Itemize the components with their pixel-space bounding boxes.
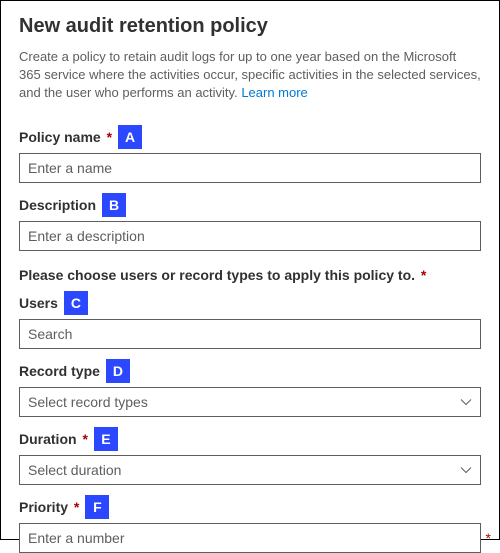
field-users: Users C bbox=[19, 291, 481, 349]
callout-badge-c: C bbox=[64, 291, 88, 315]
record-type-select[interactable]: Select record types bbox=[19, 387, 481, 417]
required-asterisk: * bbox=[107, 129, 112, 145]
intro-text: Create a policy to retain audit logs for… bbox=[19, 48, 481, 103]
policy-name-input-wrap bbox=[19, 153, 481, 183]
policy-name-input[interactable] bbox=[28, 154, 472, 182]
duration-placeholder: Select duration bbox=[28, 462, 121, 478]
callout-badge-d: D bbox=[106, 359, 130, 383]
required-asterisk: * bbox=[486, 530, 491, 546]
policy-name-label: Policy name * bbox=[19, 129, 112, 145]
users-input[interactable] bbox=[28, 320, 472, 348]
required-asterisk: * bbox=[74, 499, 79, 515]
users-label: Users bbox=[19, 295, 58, 311]
field-policy-name: Policy name * A bbox=[19, 125, 481, 183]
section-title: Please choose users or record types to a… bbox=[19, 267, 481, 283]
field-description: Description B bbox=[19, 193, 481, 251]
callout-badge-f: F bbox=[85, 495, 109, 519]
learn-more-link[interactable]: Learn more bbox=[241, 85, 307, 100]
page-title: New audit retention policy bbox=[19, 15, 481, 38]
label-row: Policy name * A bbox=[19, 125, 481, 149]
required-asterisk: * bbox=[82, 431, 87, 447]
field-record-type: Record type D Select record types bbox=[19, 359, 481, 417]
description-input-wrap bbox=[19, 221, 481, 251]
users-input-wrap bbox=[19, 319, 481, 349]
callout-badge-a: A bbox=[118, 125, 142, 149]
callout-badge-e: E bbox=[94, 427, 118, 451]
label-row: Priority * F bbox=[19, 495, 481, 519]
label-row: Duration * E bbox=[19, 427, 481, 451]
record-type-placeholder: Select record types bbox=[28, 394, 148, 410]
callout-badge-b: B bbox=[102, 193, 126, 217]
duration-select[interactable]: Select duration bbox=[19, 455, 481, 485]
label-row: Record type D bbox=[19, 359, 481, 383]
priority-input[interactable] bbox=[28, 524, 472, 552]
record-type-label: Record type bbox=[19, 363, 100, 379]
label-row: Users C bbox=[19, 291, 481, 315]
field-priority: Priority * F * bbox=[19, 495, 481, 553]
field-duration: Duration * E Select duration bbox=[19, 427, 481, 485]
chevron-down-icon bbox=[460, 396, 472, 408]
description-input[interactable] bbox=[28, 222, 472, 250]
priority-input-wrap bbox=[19, 523, 481, 553]
required-asterisk: * bbox=[421, 267, 426, 283]
label-row: Description B bbox=[19, 193, 481, 217]
duration-label: Duration * bbox=[19, 431, 88, 447]
chevron-down-icon bbox=[460, 464, 472, 476]
priority-label: Priority * bbox=[19, 499, 79, 515]
description-label: Description bbox=[19, 197, 96, 213]
